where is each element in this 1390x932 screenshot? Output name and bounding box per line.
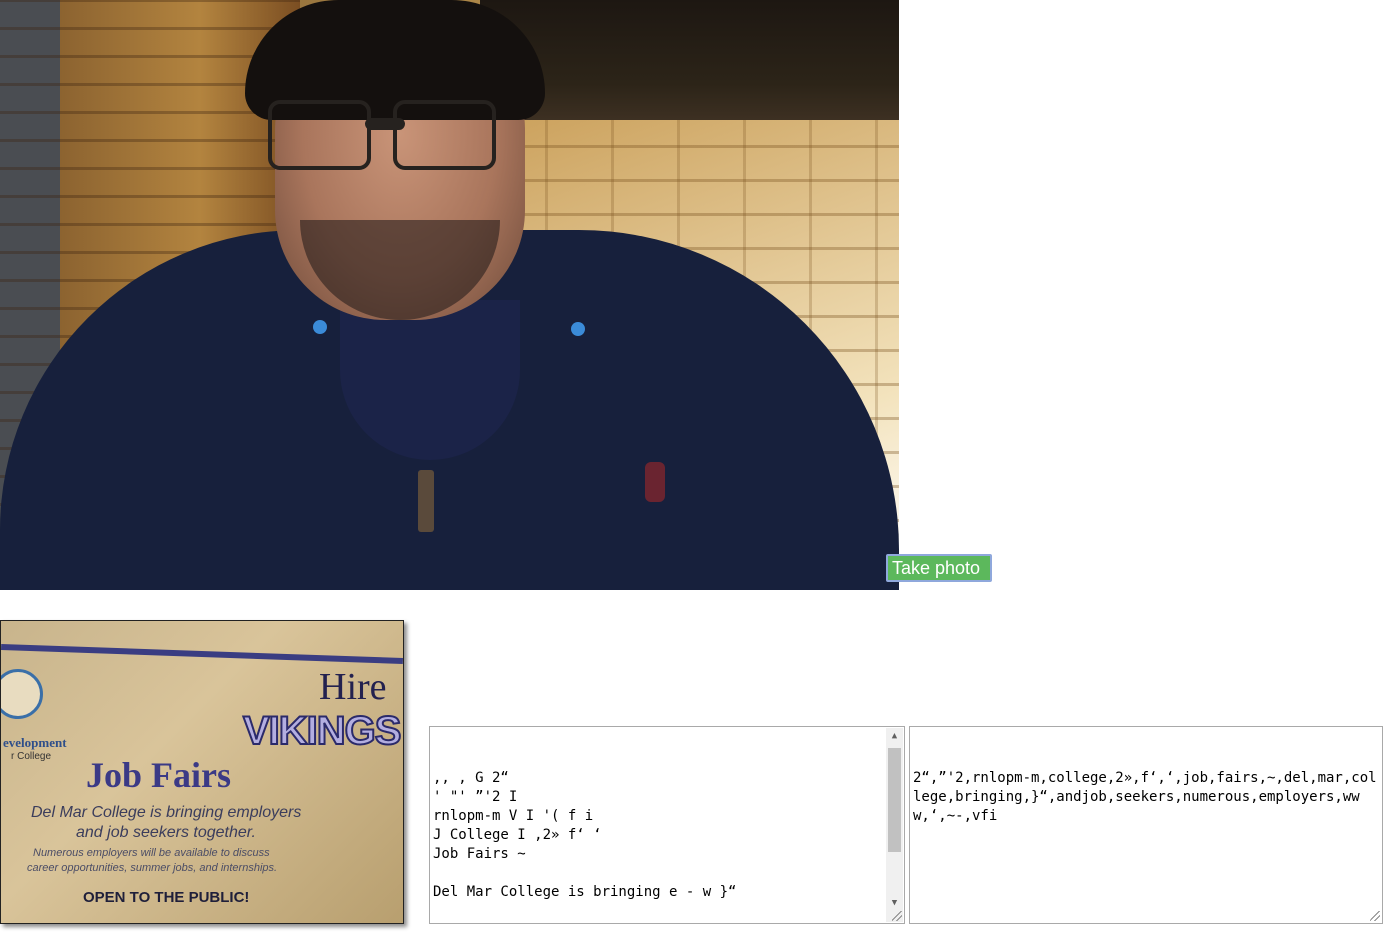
scroll-thumb[interactable] [888,748,901,852]
flyer-hire-text: Hire [319,666,387,708]
ocr-scrollbar[interactable]: ▲ ▼ [886,728,903,922]
person-glasses [268,100,498,170]
resize-grip-icon[interactable] [892,911,902,921]
earbud-right [571,322,585,336]
flyer-title: Job Fairs [86,755,232,795]
keywords-output-textarea[interactable]: 2“,”'2,rnlopm-m,college,2»,f‘,‘,job,fair… [909,726,1383,924]
ocr-output-text: ,, , G 2“ ' "' ”'2 I rnlopm-m V I '( f i… [433,770,737,923]
captured-photo: evelopment r College Hire VIKINGS Job Fa… [0,620,404,924]
scroll-up-arrow-icon[interactable]: ▲ [886,728,903,745]
earbud-left [313,320,327,334]
shirt-logo [645,462,665,502]
college-logo [1,669,43,719]
flyer-detail-1: Numerous employers will be available to … [33,847,270,859]
ocr-output-textarea[interactable]: ,, , G 2“ ' "' ”'2 I rnlopm-m V I '( f i… [429,726,905,924]
keywords-output-text: 2“,”'2,rnlopm-m,college,2»,f‘,‘,job,fair… [913,770,1377,824]
flyer-cta: OPEN TO THE PUBLIC! [83,889,250,906]
flyer-dept-text: evelopment [3,735,67,750]
scroll-down-arrow-icon[interactable]: ▼ [886,895,903,912]
take-photo-button[interactable]: Take photo [886,554,992,582]
flyer-college-text: r College [11,751,52,762]
flyer-tagline-2: and job seekers together. [76,824,256,841]
flyer-tagline-1: Del Mar College is bringing employers [31,804,302,821]
webcam-video-feed [0,0,899,590]
flyer-stripe [1,643,403,665]
flyer-detail-2: career opportunities, summer jobs, and i… [27,862,278,874]
flyer-vikings-text: VIKINGS [242,708,402,754]
resize-grip-icon[interactable] [1370,911,1380,921]
zipper-pull [418,470,434,532]
